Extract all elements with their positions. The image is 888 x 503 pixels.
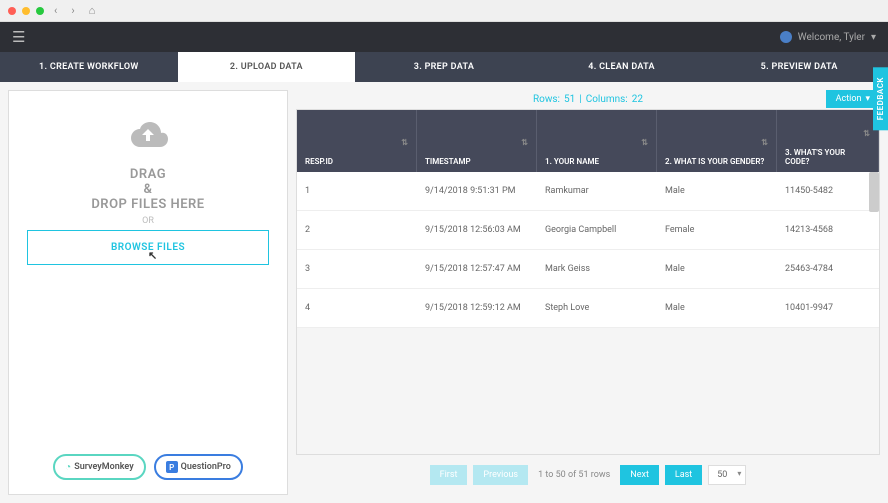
summary-sep: | <box>579 94 581 105</box>
cell-code: 10401-9947 <box>777 289 879 327</box>
table-row[interactable]: 2 9/15/2018 12:56:03 AM Georgia Campbell… <box>297 211 879 250</box>
sort-icon[interactable]: ⇅ <box>401 138 408 147</box>
tab-upload-data[interactable]: 2. UPLOAD DATA <box>178 52 356 82</box>
last-button[interactable]: Last <box>665 465 702 485</box>
cell-ts: 9/15/2018 12:56:03 AM <box>417 211 537 249</box>
back-icon[interactable]: ‹ <box>54 4 57 17</box>
data-table: ⇅ RESP.ID ⇅ TIMESTAMP ⇅ 1. YOUR NAME ⇅ 2. WH… <box>296 109 880 455</box>
action-button[interactable]: Action ▾ <box>826 90 880 108</box>
data-panel: Rows: 51 | Columns: 22 Action ▾ ⇅ RESP.ID… <box>296 90 880 495</box>
browser-chrome: ‹ › ⌂ <box>0 0 888 22</box>
questionpro-button[interactable]: P QuestionPro <box>154 454 243 480</box>
col-timestamp: TIMESTAMP <box>425 157 528 166</box>
drag-text-2: & <box>144 182 153 197</box>
chevron-down-icon: ▾ <box>871 32 876 43</box>
rows-label: Rows: <box>533 94 560 105</box>
col-respid: RESP.ID <box>305 157 408 166</box>
cell-ts: 9/15/2018 12:59:12 AM <box>417 289 537 327</box>
table-row[interactable]: 3 9/15/2018 12:57:47 AM Mark Geiss Male … <box>297 250 879 289</box>
cell-ts: 9/14/2018 9:51:31 PM <box>417 172 537 210</box>
surveymonkey-label: SurveyMonkey <box>74 462 133 472</box>
chevron-down-icon: ▾ <box>865 94 870 104</box>
cell-gender: Male <box>657 172 777 210</box>
feedback-tab[interactable]: FEEDBACK <box>873 67 888 130</box>
forward-icon[interactable]: › <box>71 4 74 17</box>
cell-gender: Male <box>657 289 777 327</box>
cell-name: Mark Geiss <box>537 250 657 288</box>
traffic-green[interactable] <box>36 7 44 15</box>
workflow-tabs: 1. CREATE WORKFLOW 2. UPLOAD DATA 3. PRE… <box>0 52 888 82</box>
cell-code: 25463-4784 <box>777 250 879 288</box>
prev-button[interactable]: Previous <box>473 465 528 485</box>
table-row[interactable]: 1 9/14/2018 9:51:31 PM Ramkumar Male 114… <box>297 172 879 211</box>
cell-gender: Male <box>657 250 777 288</box>
browse-files-button[interactable]: BROWSE FILES ↖ <box>27 230 269 265</box>
sort-icon[interactable]: ⇅ <box>521 138 528 147</box>
col-code: 3. WHAT'S YOUR CODE? <box>785 148 870 166</box>
tab-prep-data[interactable]: 3. PREP DATA <box>355 52 533 82</box>
table-scrollbar[interactable] <box>869 172 879 212</box>
sort-icon[interactable]: ⇅ <box>641 138 648 147</box>
tab-create-workflow[interactable]: 1. CREATE WORKFLOW <box>0 52 178 82</box>
cell-id: 1 <box>297 172 417 210</box>
drag-text-1: DRAG <box>130 167 166 182</box>
traffic-yellow[interactable] <box>22 7 30 15</box>
page-size-select[interactable]: 50 <box>708 465 746 485</box>
welcome-area[interactable]: Welcome, Tyler ▾ <box>780 31 876 43</box>
action-label: Action <box>836 94 862 104</box>
cell-gender: Female <box>657 211 777 249</box>
menu-icon[interactable]: ☰ <box>12 28 25 46</box>
drag-text-3: DROP FILES HERE <box>91 197 204 212</box>
questionpro-icon: P <box>166 461 178 473</box>
cell-name: Ramkumar <box>537 172 657 210</box>
sort-icon[interactable]: ⇅ <box>863 129 870 138</box>
traffic-red[interactable] <box>8 7 16 15</box>
topbar: ☰ Welcome, Tyler ▾ <box>0 22 888 52</box>
tab-clean-data[interactable]: 4. CLEAN DATA <box>533 52 711 82</box>
page-info: 1 to 50 of 51 rows <box>538 470 610 480</box>
cell-code: 11450-5482 <box>777 172 879 210</box>
table-row[interactable]: 4 9/15/2018 12:59:12 AM Steph Love Male … <box>297 289 879 328</box>
cell-name: Georgia Campbell <box>537 211 657 249</box>
cell-name: Steph Love <box>537 289 657 327</box>
sort-icon[interactable]: ⇅ <box>761 138 768 147</box>
cloud-upload-icon <box>126 121 170 157</box>
home-icon[interactable]: ⌂ <box>89 4 96 17</box>
tab-preview-data[interactable]: 5. PREVIEW DATA <box>710 52 888 82</box>
col-name: 1. YOUR NAME <box>545 157 648 166</box>
cell-code: 14213-4568 <box>777 211 879 249</box>
cols-count: 22 <box>632 94 643 105</box>
avatar <box>780 31 792 43</box>
rows-count: 51 <box>564 94 575 105</box>
cell-id: 3 <box>297 250 417 288</box>
first-button[interactable]: First <box>430 465 468 485</box>
cell-id: 4 <box>297 289 417 327</box>
col-gender: 2. WHAT IS YOUR GENDER? <box>665 157 768 166</box>
table-header: ⇅ RESP.ID ⇅ TIMESTAMP ⇅ 1. YOUR NAME ⇅ 2. WH… <box>297 110 879 172</box>
upload-panel: DRAG & DROP FILES HERE OR BROWSE FILES ↖… <box>8 90 288 495</box>
pagination: First Previous 1 to 50 of 51 rows Next L… <box>296 455 880 495</box>
or-text: OR <box>142 216 154 226</box>
surveymonkey-button[interactable]: ◔ SurveyMonkey <box>53 454 146 480</box>
questionpro-label: QuestionPro <box>181 462 231 472</box>
surveymonkey-icon: ◔ <box>65 462 71 473</box>
cursor-icon: ↖ <box>148 249 158 262</box>
cell-ts: 9/15/2018 12:57:47 AM <box>417 250 537 288</box>
next-button[interactable]: Next <box>620 465 659 485</box>
cols-label: Columns: <box>586 94 628 105</box>
table-body: 1 9/14/2018 9:51:31 PM Ramkumar Male 114… <box>297 172 879 328</box>
welcome-text: Welcome, Tyler <box>798 32 865 43</box>
cell-id: 2 <box>297 211 417 249</box>
summary-row: Rows: 51 | Columns: 22 Action ▾ <box>296 90 880 109</box>
